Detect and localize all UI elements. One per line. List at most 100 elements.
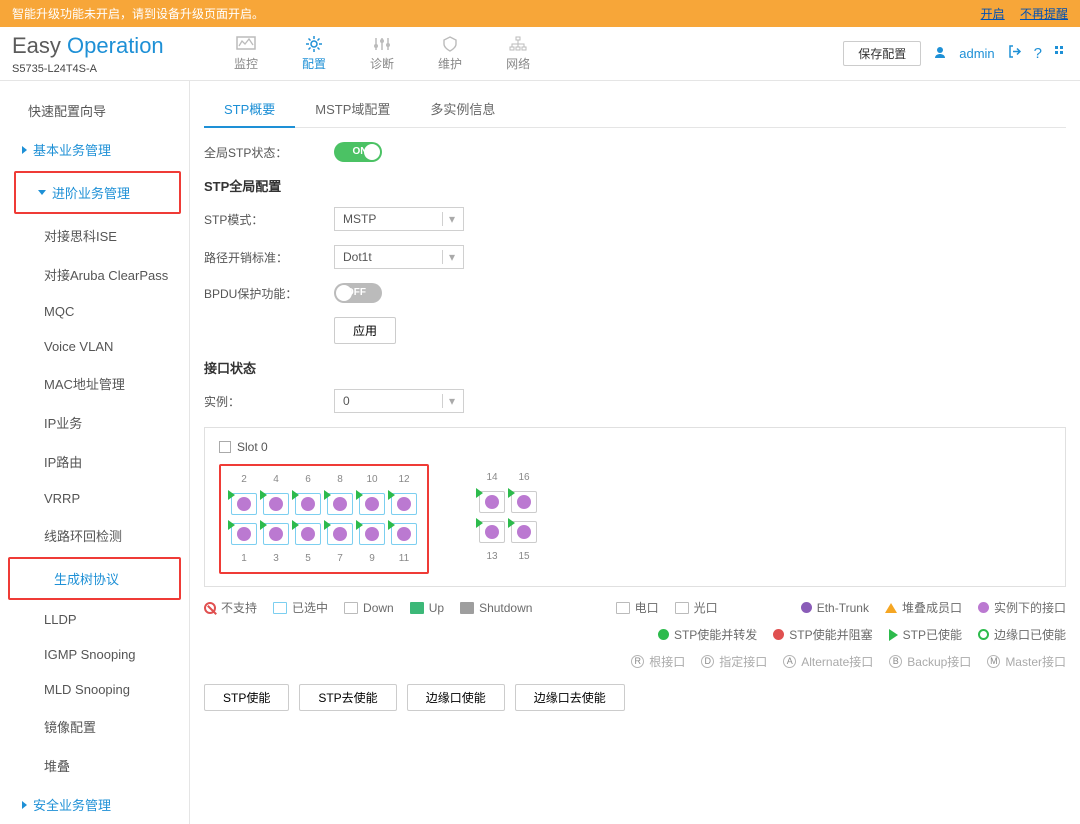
edge-disable-button[interactable]: 边缘口去使能 [515,684,625,711]
port-7[interactable] [327,523,353,545]
tab-multi[interactable]: 多实例信息 [410,91,515,127]
port-group-main: 24681012 1357911 [219,464,429,574]
port-2[interactable] [231,493,257,515]
port-5[interactable] [295,523,321,545]
optical-icon [675,602,689,614]
sidebar-item-lldp[interactable]: LLDP [0,602,189,637]
section-global-config: STP全局配置 [204,176,1066,195]
port-4[interactable] [263,493,289,515]
banner-text: 智能升级功能未开启，请到设备升级页面开启。 [12,5,264,22]
port-1[interactable] [231,523,257,545]
section-port-status: 接口状态 [204,358,1066,377]
alternate-icon: A [783,655,796,668]
sidebar-item-voicevlan[interactable]: Voice VLAN [0,329,189,364]
sidebar-item-clearpass[interactable]: 对接Aruba ClearPass [0,255,189,294]
toggle-bpdu[interactable]: OFF [334,283,382,303]
logo: Easy Operation [12,33,192,59]
slot-checkbox[interactable] [219,441,231,453]
select-instance[interactable]: 0▾ [334,389,464,413]
sidebar-item-vrrp[interactable]: VRRP [0,481,189,516]
label-stp-mode: STP模式： [204,211,334,228]
sidebar-item-mqc[interactable]: MQC [0,294,189,329]
sidebar-item-iproute[interactable]: IP路由 [0,442,189,481]
toggle-global-stp[interactable]: ON [334,142,382,162]
nav-monitor[interactable]: 监控 [212,31,280,76]
network-icon [507,35,529,53]
port-11[interactable] [391,523,417,545]
instance-port-icon [978,602,989,613]
sidebar-group-basic[interactable]: 基本业务管理 [0,130,189,169]
banner-dismiss-link[interactable]: 不再提醒 [1020,7,1068,21]
chevron-down-icon: ▾ [442,394,455,408]
port-group-side: 1416 1315 [469,464,547,574]
save-config-button[interactable]: 保存配置 [843,41,921,66]
nav-config[interactable]: 配置 [280,31,348,76]
gear-icon [303,35,325,53]
play-icon [228,490,235,500]
sidebar-group-advanced[interactable]: 进阶业务管理 [14,171,181,214]
device-model: S5735-L24T4S-A [12,63,192,75]
select-pathcost[interactable]: Dot1t▾ [334,245,464,269]
port-10[interactable] [359,493,385,515]
port-8[interactable] [327,493,353,515]
port-15[interactable] [511,521,537,543]
master-icon: M [987,655,1000,668]
ethtrunk-icon [801,602,812,613]
nav-maintain[interactable]: 维护 [416,31,484,76]
apps-icon[interactable] [1054,45,1068,63]
stp-enable-button[interactable]: STP使能 [204,684,289,711]
port-panel: Slot 0 24681012 1357911 1416 1315 [204,427,1066,587]
caret-right-icon [22,146,27,154]
label-instance: 实例： [204,393,334,410]
logout-icon[interactable] [1007,44,1022,63]
port-9[interactable] [359,523,385,545]
up-icon [410,602,424,614]
caret-right-icon [22,801,27,809]
legend-stp-status: STP使能并转发 STP使能并阻塞 STP已使能 边缘口已使能 [204,626,1066,643]
sidebar-wizard[interactable]: 快速配置向导 [0,91,189,130]
help-icon[interactable]: ? [1034,45,1042,62]
edge-enable-button[interactable]: 边缘口使能 [407,684,505,711]
sidebar-item-mld[interactable]: MLD Snooping [0,672,189,707]
sidebar-item-stp[interactable]: 生成树协议 [8,557,181,600]
monitor-icon [235,35,257,53]
enabled-icon [889,629,898,641]
sidebar-item-mac[interactable]: MAC地址管理 [0,364,189,403]
sidebar-item-igmp[interactable]: IGMP Snooping [0,637,189,672]
sidebar-group-security[interactable]: 安全业务管理 [0,785,189,824]
port-6[interactable] [295,493,321,515]
select-stp-mode[interactable]: MSTP▾ [334,207,464,231]
block-icon [773,629,784,640]
legend-port-roles: R根接口 D指定接口 AAlternate接口 BBackup接口 MMaste… [204,653,1066,670]
chevron-down-icon: ▾ [442,212,455,226]
shield-icon [439,35,461,53]
caret-down-icon [38,190,46,195]
port-3[interactable] [263,523,289,545]
username[interactable]: admin [959,46,994,61]
shutdown-icon [460,602,474,614]
label-global-stp: 全局STP状态： [204,144,334,161]
port-12[interactable] [391,493,417,515]
port-13[interactable] [479,521,505,543]
apply-button[interactable]: 应用 [334,317,396,344]
stp-disable-button[interactable]: STP去使能 [299,684,396,711]
label-bpdu: BPDU保护功能： [204,285,334,302]
backup-icon: B [889,655,902,668]
sidebar-item-loopback[interactable]: 线路环回检测 [0,516,189,555]
port-14[interactable] [479,491,505,513]
root-icon: R [631,655,644,668]
sidebar-item-ise[interactable]: 对接思科ISE [0,216,189,255]
tab-stp-summary[interactable]: STP概要 [204,91,295,128]
sidebar-item-mirror[interactable]: 镜像配置 [0,707,189,746]
nav-diagnose[interactable]: 诊断 [348,31,416,76]
sidebar-item-stack[interactable]: 堆叠 [0,746,189,785]
sidebar-item-ip[interactable]: IP业务 [0,403,189,442]
tab-mstp[interactable]: MSTP域配置 [295,91,410,127]
nav-network[interactable]: 网络 [484,31,552,76]
port-16[interactable] [511,491,537,513]
sliders-icon [371,35,393,53]
slot-label: Slot 0 [237,440,268,454]
banner-open-link[interactable]: 开启 [981,7,1005,21]
sidebar: 快速配置向导 基本业务管理 进阶业务管理 对接思科ISE 对接Aruba Cle… [0,81,190,824]
down-icon [344,602,358,614]
